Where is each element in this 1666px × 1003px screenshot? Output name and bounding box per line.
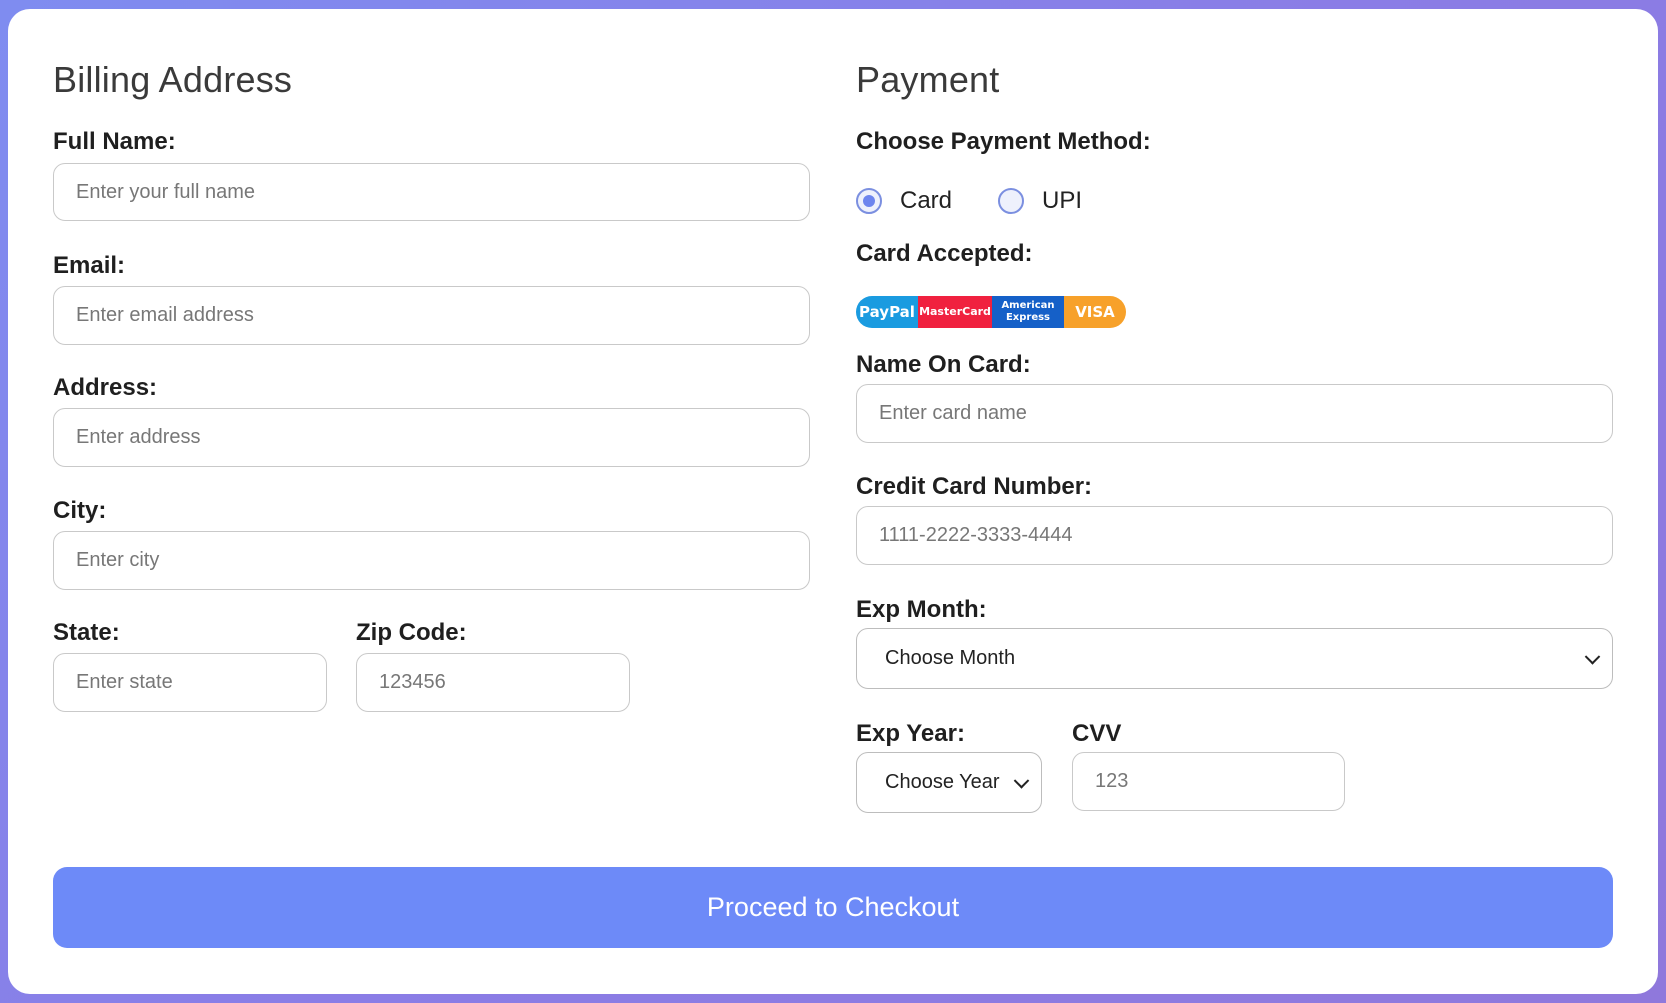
cards-accepted-label: Card Accepted:	[856, 240, 1033, 267]
exp-year-label: Exp Year:	[856, 720, 965, 747]
email-label: Email:	[53, 252, 126, 279]
accepted-cards-logos: PayPal MasterCard American Express VISA	[856, 296, 1126, 328]
visa-logo: VISA	[1064, 296, 1126, 328]
paypal-logo: PayPal	[856, 296, 918, 328]
payment-title: Payment	[856, 59, 1000, 100]
cvv-input[interactable]	[1072, 752, 1345, 811]
zip-input[interactable]	[356, 653, 630, 712]
exp-month-label: Exp Month:	[856, 596, 987, 623]
chevron-down-icon	[1584, 648, 1601, 665]
state-input[interactable]	[53, 653, 327, 712]
upi-radio-label[interactable]: UPI	[1042, 187, 1082, 215]
card-radio-label[interactable]: Card	[900, 187, 952, 215]
name-on-card-input[interactable]	[856, 384, 1613, 443]
checkout-card: Billing Address Full Name: Email: Addres…	[8, 9, 1658, 994]
cvv-label: CVV	[1072, 720, 1122, 747]
billing-title: Billing Address	[53, 59, 293, 100]
state-label: State:	[53, 619, 120, 646]
card-number-input[interactable]	[856, 506, 1613, 565]
mastercard-logo: MasterCard	[918, 296, 992, 328]
payment-method-label: Choose Payment Method:	[856, 128, 1151, 155]
amex-logo: American Express	[992, 296, 1064, 328]
city-input[interactable]	[53, 531, 810, 590]
proceed-to-checkout-button[interactable]: Proceed to Checkout	[53, 867, 1613, 948]
email-input[interactable]	[53, 286, 810, 345]
card-number-label: Credit Card Number:	[856, 473, 1093, 500]
upi-radio[interactable]	[998, 188, 1025, 214]
city-label: City:	[53, 497, 107, 524]
full-name-input[interactable]	[53, 163, 810, 221]
exp-year-select[interactable]: Choose Year	[856, 752, 1042, 813]
payment-method-group: Card UPI	[856, 187, 1128, 215]
name-on-card-label: Name On Card:	[856, 351, 1031, 378]
zip-label: Zip Code:	[356, 619, 467, 646]
full-name-label: Full Name:	[53, 128, 176, 155]
address-input[interactable]	[53, 408, 810, 467]
exp-month-value: Choose Month	[885, 647, 1016, 669]
card-radio[interactable]	[856, 188, 882, 214]
exp-month-select[interactable]: Choose Month	[856, 628, 1613, 689]
exp-year-value: Choose Year	[885, 771, 1000, 793]
chevron-down-icon	[1013, 772, 1030, 789]
address-label: Address:	[53, 374, 158, 401]
